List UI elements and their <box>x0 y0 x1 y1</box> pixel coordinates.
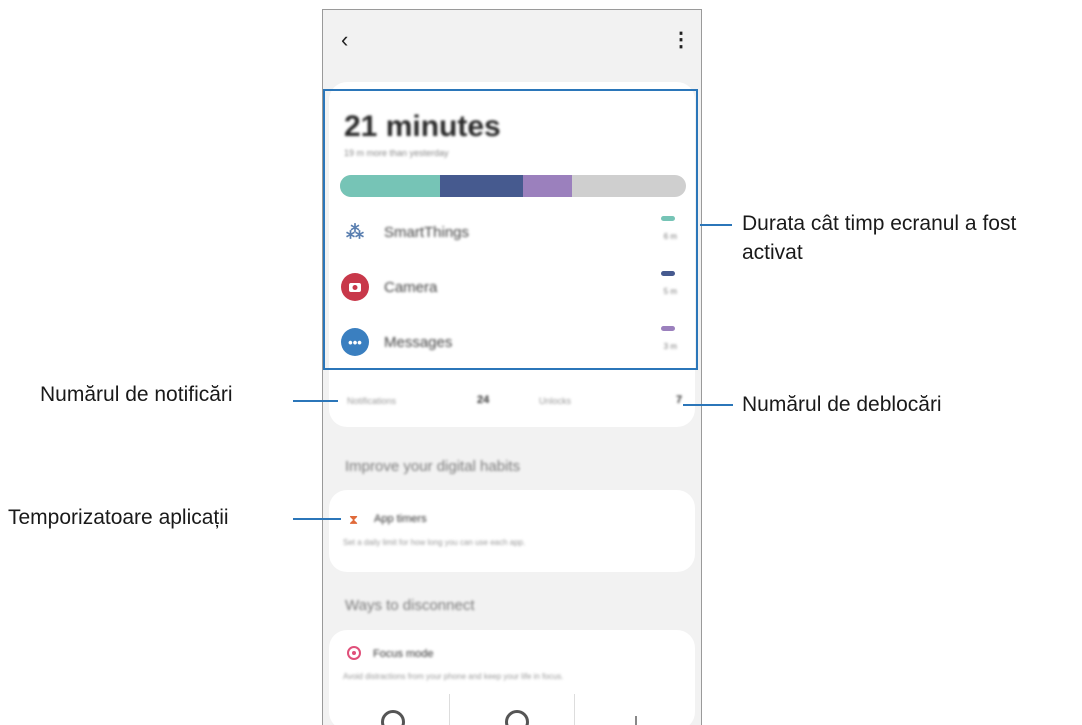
back-button[interactable]: ‹ <box>341 28 365 52</box>
divider <box>574 694 575 725</box>
callout-line-screen-time <box>700 224 732 226</box>
callout-notifications: Numărul de notificări <box>40 383 233 406</box>
callout-screen-time-line2: activat <box>742 241 803 264</box>
callout-line-notifications <box>293 400 338 402</box>
focus-mode-card[interactable]: Focus mode Avoid distractions from your … <box>329 630 695 725</box>
more-options-button[interactable]: ⋮ <box>671 30 691 54</box>
focus-mode-option-icon[interactable] <box>505 710 529 725</box>
unlocks-value: 7 <box>676 394 683 406</box>
stats-row: Notifications 24 Unlocks 7 <box>329 384 695 424</box>
callout-screen-time: Durata cât timp ecranul a fost activat <box>742 209 1016 267</box>
callout-app-timers: Temporizatoare aplicații <box>8 506 229 529</box>
unlocks-label: Unlocks <box>539 396 572 406</box>
notifications-label: Notifications <box>347 396 397 406</box>
app-timers-title: App timers <box>374 513 427 525</box>
section-disconnect: Ways to disconnect <box>345 597 475 614</box>
callout-line-app-timers <box>293 518 341 520</box>
focus-mode-icon <box>347 646 361 660</box>
focus-mode-option-icon[interactable] <box>381 710 405 725</box>
callout-line-unlocks <box>683 404 733 406</box>
app-timers-card[interactable]: ⧗ App timers Set a daily limit for how l… <box>329 490 695 572</box>
app-timers-desc: Set a daily limit for how long you can u… <box>343 538 526 547</box>
callout-unlocks: Numărul de deblocări <box>742 393 942 416</box>
focus-mode-title: Focus mode <box>373 648 434 660</box>
section-habits: Improve your digital habits <box>345 458 521 475</box>
divider <box>449 694 450 725</box>
callout-screen-time-line1: Durata cât timp ecranul a fost <box>742 212 1017 235</box>
focus-mode-desc: Avoid distractions from your phone and k… <box>343 672 564 681</box>
hourglass-icon: ⧗ <box>349 512 359 527</box>
notifications-value: 24 <box>477 394 490 406</box>
screen-time-highlight <box>323 89 698 370</box>
top-app-bar: ‹ ⋮ <box>323 10 701 80</box>
